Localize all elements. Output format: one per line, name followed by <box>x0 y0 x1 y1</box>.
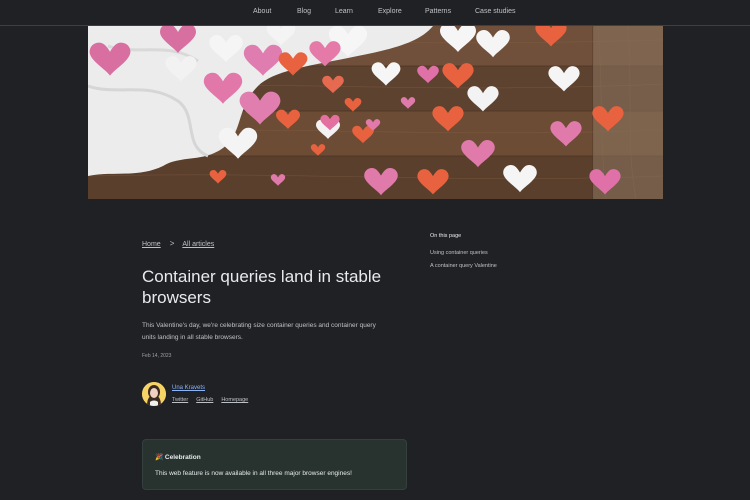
nav-learn[interactable]: Learn <box>335 8 353 15</box>
party-popper-icon: 🎉 <box>155 454 164 461</box>
callout-heading-text: Celebration <box>164 454 201 461</box>
breadcrumb: Home > All articles <box>142 239 214 248</box>
avatar <box>142 382 166 406</box>
callout-heading: 🎉 Celebration <box>155 453 201 461</box>
breadcrumb-home-link[interactable]: Home <box>142 241 161 248</box>
author-links: Twitter GitHub Homepage <box>172 397 256 403</box>
breadcrumb-all-articles-link[interactable]: All articles <box>182 241 214 248</box>
author-twitter-link[interactable]: Twitter <box>172 397 188 403</box>
article-lede: This Valentine's day, we're celebrating … <box>142 322 376 341</box>
nav-about[interactable]: About <box>253 8 271 15</box>
author-github-link[interactable]: GitHub <box>196 397 213 403</box>
author-name-link[interactable]: Una Kravets <box>172 385 205 391</box>
chevron-right-icon: > <box>169 239 175 248</box>
nav-patterns[interactable]: Patterns <box>425 8 451 15</box>
table-of-contents: On this page Using container queries A c… <box>430 233 497 276</box>
celebration-callout: 🎉 Celebration This web feature is now av… <box>142 439 407 490</box>
author-homepage-link[interactable]: Homepage <box>221 397 248 403</box>
toc-item-using-container-queries[interactable]: Using container queries <box>430 250 497 256</box>
hero-image <box>88 26 663 199</box>
top-nav: About Blog Learn Explore Patterns Case s… <box>0 0 750 26</box>
publish-date: Feb 14, 2023 <box>142 353 172 359</box>
callout-body: This web feature is now available in all… <box>155 470 352 477</box>
page-title: Container queries land in stable browser… <box>142 267 382 307</box>
toc-item-container-query-valentine[interactable]: A container query Valentine <box>430 263 497 269</box>
toc-heading: On this page <box>430 233 462 239</box>
nav-blog[interactable]: Blog <box>297 8 311 15</box>
nav-case-studies[interactable]: Case studies <box>475 8 515 15</box>
nav-explore[interactable]: Explore <box>378 8 402 15</box>
